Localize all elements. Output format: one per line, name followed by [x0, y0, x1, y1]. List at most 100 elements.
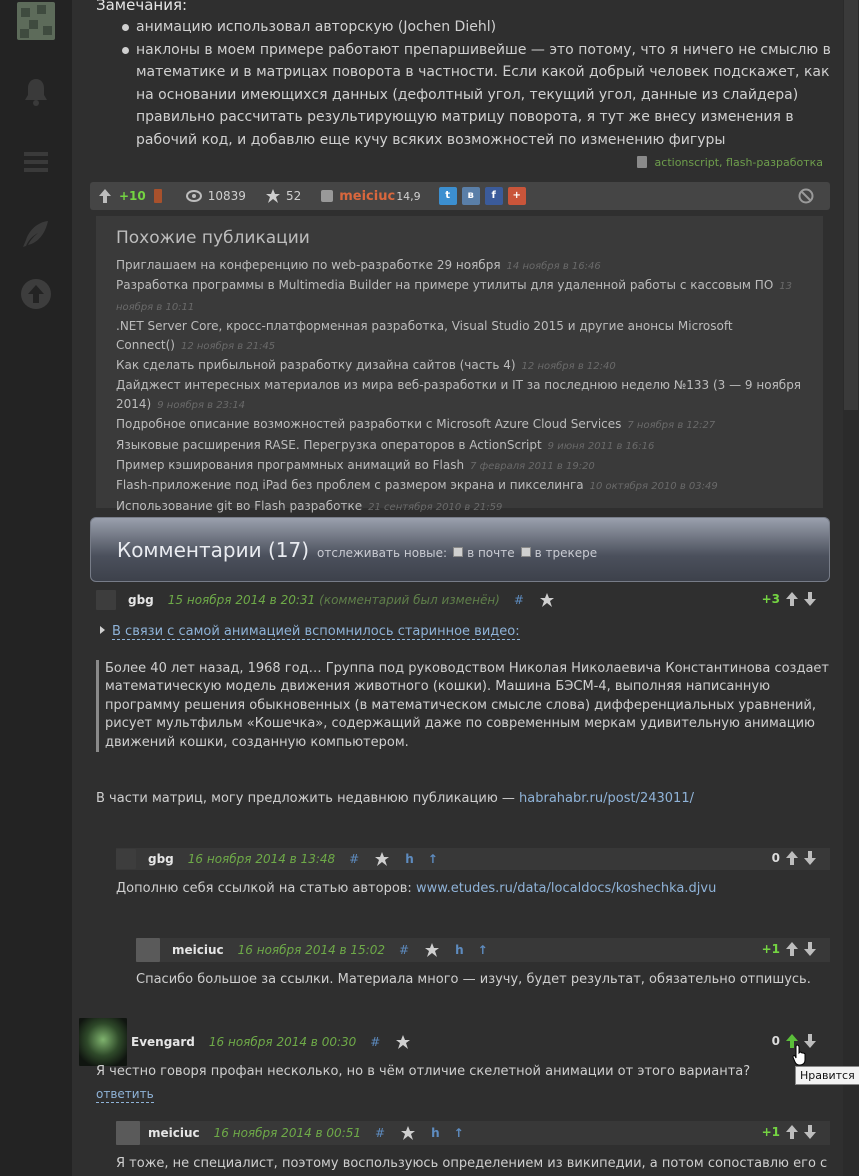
- comment-header: meiciuc 16 ноября 2014 в 15:02 # h ↑: [136, 938, 830, 962]
- like-tooltip: Нравится: [795, 1066, 859, 1085]
- similar-item: Пример кэширования программных анимаций …: [116, 456, 803, 476]
- favorite-star-icon[interactable]: [265, 189, 280, 203]
- favorites-count: 52: [285, 189, 302, 203]
- comment-permalink[interactable]: #: [399, 943, 409, 957]
- follow-by-mail-label: в почте: [467, 545, 515, 560]
- block-icon[interactable]: [798, 188, 814, 204]
- notes-list: анимацию использовал авторскую (Jochen D…: [122, 16, 836, 152]
- favorite-star-icon[interactable]: [396, 1035, 411, 1049]
- avatar[interactable]: [116, 849, 136, 869]
- similar-item: Подробное описание возможностей разработ…: [116, 415, 803, 435]
- spoiler-toggle[interactable]: В связи с самой анимацией вспомнилось ст…: [100, 624, 520, 640]
- vote-down-icon[interactable]: [804, 851, 816, 865]
- comment-vote: +1: [756, 1125, 816, 1139]
- comment-score: 0: [771, 851, 780, 865]
- similar-item-link[interactable]: Как сделать прибыльной разработку дизайн…: [116, 358, 516, 372]
- comment-username[interactable]: meiciuc: [172, 943, 224, 957]
- author-link[interactable]: meiciuc: [339, 189, 395, 204]
- similar-item-date: 9 июня 2011 в 16:16: [547, 440, 655, 452]
- comment-username[interactable]: Evengard: [131, 1035, 195, 1049]
- similar-item: Разработка программы в Multimedia Builde…: [116, 276, 803, 317]
- avatar[interactable]: [79, 1018, 127, 1066]
- similar-item-link[interactable]: Пример кэширования программных анимаций …: [116, 458, 464, 472]
- tag-icon: [636, 156, 647, 168]
- comment-permalink[interactable]: #: [375, 1126, 385, 1140]
- bell-icon[interactable]: [20, 76, 52, 108]
- follow-by-mail-checkbox[interactable]: [453, 546, 464, 557]
- scrollbar-track[interactable]: [843, 0, 859, 1176]
- avatar[interactable]: [136, 938, 160, 962]
- vote-up-icon[interactable]: [786, 1125, 798, 1139]
- similar-item-link[interactable]: Подробное описание возможностей разработ…: [116, 417, 621, 431]
- vote-down-icon[interactable]: [804, 942, 816, 956]
- favorite-star-icon[interactable]: [425, 943, 440, 957]
- comment-vote: 0: [756, 851, 816, 865]
- comment-header: gbg 15 ноября 2014 в 20:31 (комментарий …: [96, 589, 616, 611]
- share-twitter-button[interactable]: t: [438, 187, 457, 205]
- avatar[interactable]: [96, 590, 116, 610]
- views-icon: [185, 190, 202, 202]
- comment-header: Evengard 16 ноября 2014 в 00:30 #: [79, 1018, 479, 1066]
- comment-text: Я тоже, не специалист, поэтому воспользу…: [116, 1156, 828, 1171]
- user-icon: [321, 190, 334, 202]
- menu-icon[interactable]: [20, 146, 52, 178]
- vote-up-icon[interactable]: [99, 189, 111, 203]
- note-item: наклоны в моем примере работают препарши…: [122, 39, 836, 152]
- comment-header: meiciuc 16 ноября 2014 в 00:51 # h ↑: [116, 1121, 830, 1145]
- similar-publications: Похожие публикации Приглашаем на конфере…: [96, 216, 823, 513]
- favorite-star-icon[interactable]: [401, 1126, 416, 1140]
- vote-up-icon[interactable]: [786, 942, 798, 956]
- similar-item-date: 12 ноября в 21:45: [180, 340, 276, 352]
- reply-link[interactable]: ответить: [96, 1087, 154, 1103]
- similar-item: Flash-приложение под iPad без проблем с …: [116, 476, 803, 496]
- comment-link[interactable]: www.etudes.ru/data/localdocs/koshechka.d…: [416, 881, 716, 896]
- similar-title: Похожие публикации: [116, 228, 310, 248]
- vote-up-icon[interactable]: [786, 851, 798, 865]
- comment-permalink[interactable]: #: [349, 852, 359, 866]
- comment-parent-link[interactable]: h: [405, 852, 414, 866]
- share-gplus-button[interactable]: +: [507, 187, 526, 205]
- favorite-star-icon[interactable]: [375, 852, 390, 866]
- comment-username[interactable]: gbg: [128, 593, 154, 607]
- comment-up-link[interactable]: ↑: [478, 943, 488, 957]
- vote-up-icon[interactable]: [786, 592, 798, 606]
- follow-in-tracker-checkbox[interactable]: [520, 546, 531, 557]
- left-sidebar: [0, 0, 72, 1176]
- scroll-top-icon[interactable]: [20, 278, 52, 310]
- favorite-star-icon[interactable]: [539, 593, 554, 607]
- share-vk-button[interactable]: в: [461, 187, 480, 205]
- article-score: +10: [119, 189, 146, 203]
- comment-parent-link[interactable]: h: [455, 943, 464, 957]
- share-facebook-button[interactable]: f: [484, 187, 503, 205]
- similar-item: Использование git во Flash разработке 21 …: [116, 497, 803, 517]
- avatar[interactable]: [116, 1121, 140, 1145]
- comment-up-link[interactable]: ↑: [428, 852, 438, 866]
- vote-down-icon[interactable]: [804, 592, 816, 606]
- spoiler-title: В связи с самой анимацией вспомнилось ст…: [112, 624, 520, 640]
- similar-item: Языковые расширения RASE. Перегрузка опе…: [116, 436, 803, 456]
- comment-username[interactable]: meiciuc: [148, 1126, 200, 1140]
- similar-item-link[interactable]: Языковые расширения RASE. Перегрузка опе…: [116, 438, 542, 452]
- scrollbar-thumb[interactable]: [844, 0, 858, 410]
- comment-permalink[interactable]: #: [370, 1035, 380, 1049]
- comment-score: +1: [761, 942, 780, 956]
- similar-item-date: 7 ноября в 12:27: [627, 420, 716, 432]
- comment-parent-link[interactable]: h: [431, 1126, 440, 1140]
- vote-down-icon[interactable]: [804, 1125, 816, 1139]
- similar-item-link[interactable]: Flash-приложение под iPad без проблем с …: [116, 478, 584, 492]
- similar-item-link[interactable]: Использование git во Flash разработке: [116, 499, 362, 513]
- comment-username[interactable]: gbg: [148, 852, 174, 866]
- comment-date: 16 ноября 2014 в 00:51: [213, 1126, 362, 1140]
- comment-link[interactable]: habrahabr.ru/post/243011/: [519, 791, 694, 806]
- comment-text: Дополню себя ссылкой на статью авторов: …: [116, 880, 836, 898]
- similar-item: Приглашаем на конференцию по web-разрабо…: [116, 256, 803, 276]
- feather-icon[interactable]: [20, 218, 52, 250]
- similar-item-link[interactable]: Разработка программы в Multimedia Builde…: [116, 278, 773, 292]
- site-logo[interactable]: [17, 2, 55, 40]
- flag-icon[interactable]: [153, 189, 162, 203]
- comment-up-link[interactable]: ↑: [454, 1126, 464, 1140]
- comment-text-body: В части матриц, могу предложить недавнюю…: [96, 791, 520, 806]
- similar-item-link[interactable]: Приглашаем на конференцию по web-разрабо…: [116, 258, 501, 272]
- tags-links[interactable]: actionscript, flash-разработка: [655, 156, 823, 169]
- comment-permalink[interactable]: #: [514, 593, 524, 607]
